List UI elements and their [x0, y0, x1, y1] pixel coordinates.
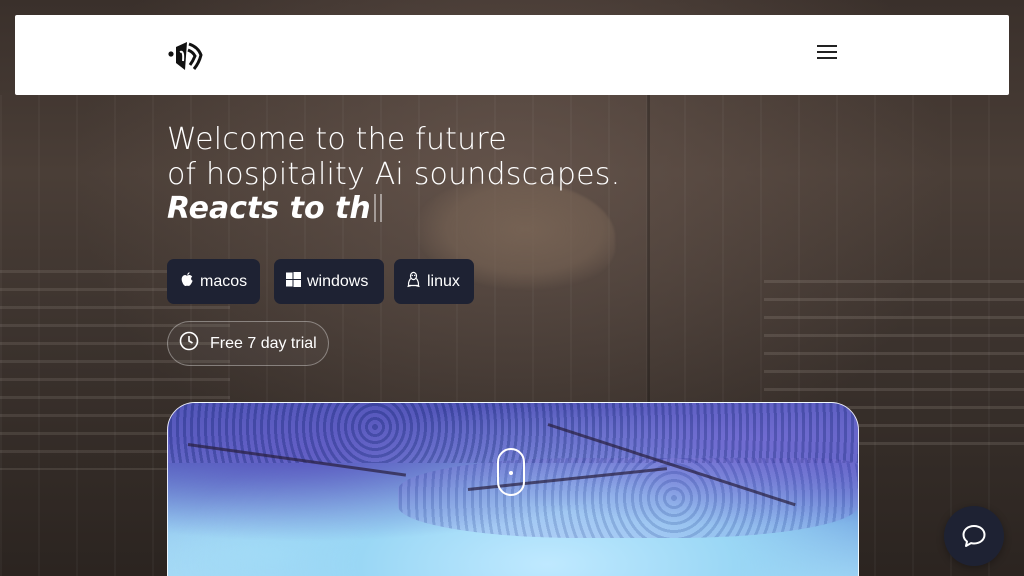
scroll-mouse-icon[interactable]: [497, 448, 525, 496]
hero-heading-line-1: Welcome to the future: [167, 122, 507, 157]
macos-label: macos: [200, 272, 248, 290]
hamburger-menu-icon[interactable]: [815, 42, 839, 64]
hero-video-card: [167, 402, 859, 576]
site-header: [15, 15, 1009, 95]
video-foliage-right: [398, 458, 858, 538]
apple-icon: [179, 271, 194, 293]
sound-wave-logo-icon[interactable]: [168, 37, 204, 73]
page: Welcome to the future of hospitality Ai …: [0, 0, 1024, 576]
typing-cursor: [373, 194, 376, 222]
linux-label: linux: [427, 272, 460, 290]
chat-bubble-icon[interactable]: [944, 506, 1004, 566]
free-trial-label: Free 7 day trial: [210, 334, 317, 352]
background-door: [647, 95, 650, 405]
download-linux-button[interactable]: linux: [394, 259, 474, 304]
typed-text-content: Reacts to th: [167, 191, 371, 226]
clock-icon: [179, 331, 199, 356]
linux-tux-icon: [406, 271, 421, 293]
hero-heading-line-2: of hospitality Ai soundscapes.: [167, 157, 621, 192]
free-trial-button[interactable]: Free 7 day trial: [167, 321, 329, 366]
download-windows-button[interactable]: windows: [274, 259, 384, 304]
scroll-wheel: [509, 471, 513, 475]
hero-typed-text: Reacts to th: [167, 191, 376, 227]
windows-icon: [286, 271, 301, 292]
download-macos-button[interactable]: macos: [167, 259, 260, 304]
windows-label: windows: [307, 272, 369, 290]
